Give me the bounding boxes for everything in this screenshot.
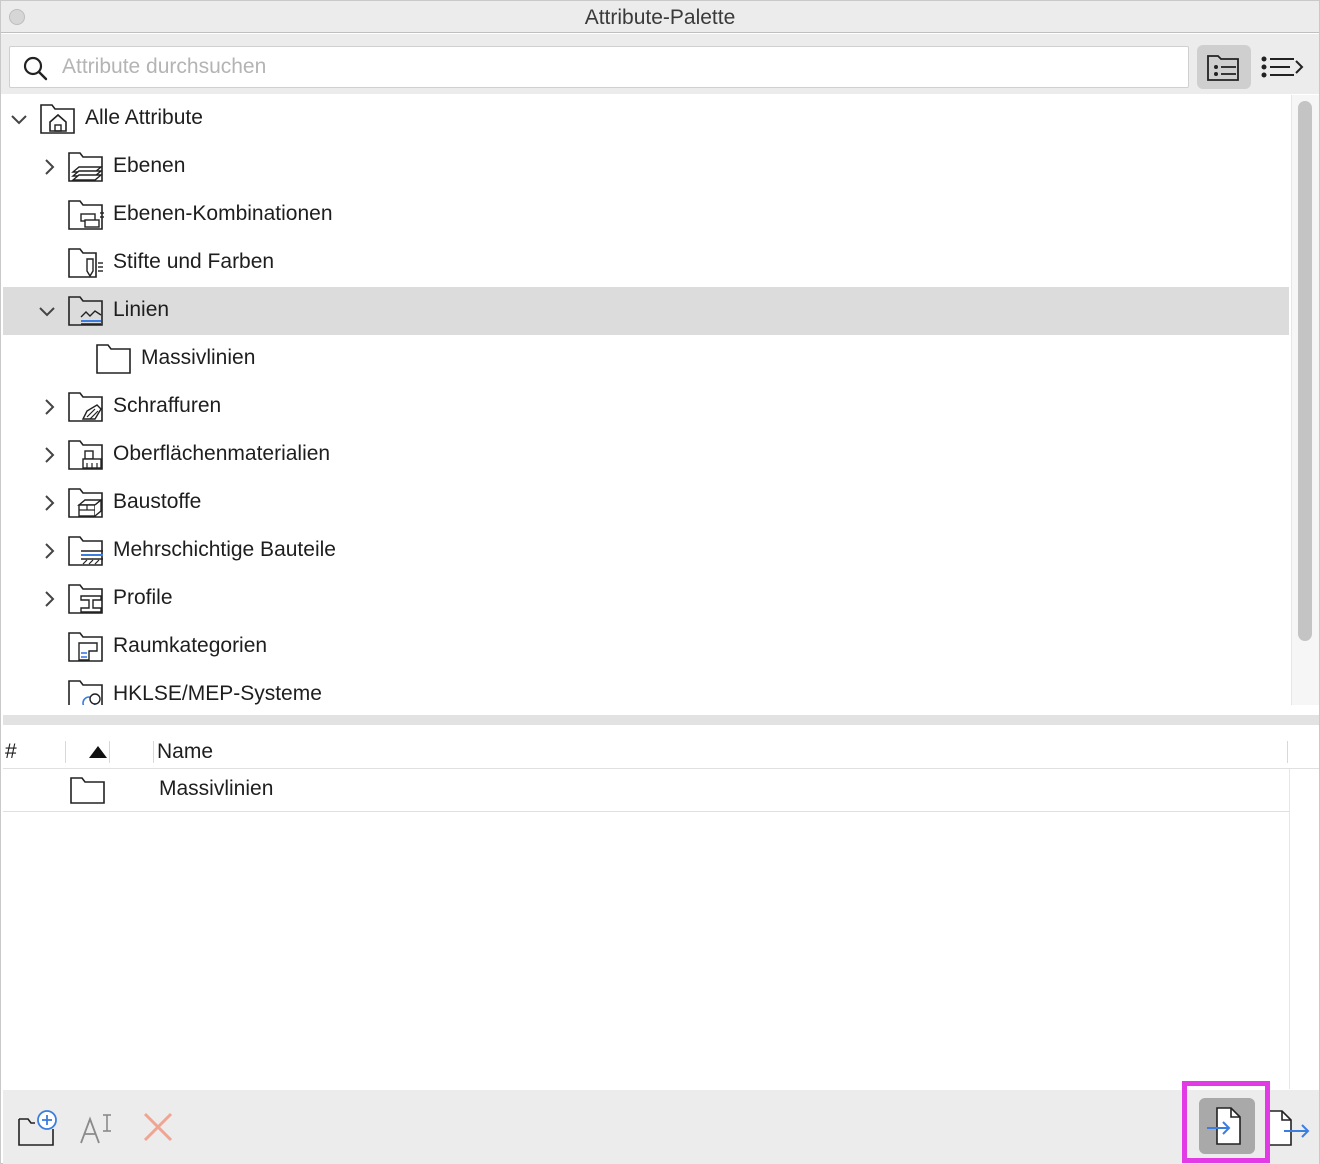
tree-item-stifte-und-farben[interactable]: Stifte und Farben	[3, 239, 1289, 287]
new-folder-button[interactable]	[15, 1106, 61, 1152]
folder-icon	[70, 777, 105, 804]
window-title: Attribute-Palette	[584, 6, 736, 29]
chevron-down-icon[interactable]	[37, 301, 57, 321]
tree-item-label: Profile	[113, 586, 173, 609]
attribute-tree: Alle Attribute Ebenen Ebenen-Kombination	[3, 95, 1289, 705]
mep-systems-folder-icon	[68, 680, 103, 705]
layer-combinations-folder-icon	[68, 200, 104, 230]
rename-button[interactable]	[75, 1106, 121, 1152]
chevron-right-icon[interactable]	[39, 589, 59, 609]
column-header-name[interactable]: Name	[157, 740, 213, 764]
list-scrollbar[interactable]	[1289, 769, 1319, 1089]
tree-item-label: Massivlinien	[141, 346, 256, 369]
chevron-right-icon[interactable]	[39, 445, 59, 465]
tree-item-label: Baustoffe	[113, 490, 202, 513]
list-item-name: Massivlinien	[159, 777, 274, 800]
search-input[interactable]	[62, 51, 1162, 83]
import-file-icon	[1207, 1107, 1241, 1145]
column-header-number[interactable]: #	[5, 740, 17, 764]
column-separator	[65, 741, 66, 763]
layers-folder-icon	[68, 152, 103, 182]
list-item[interactable]: Massivlinien	[3, 769, 1289, 812]
list-header: # Name	[3, 735, 1319, 769]
tree-item-label: Mehrschichtige Bauteile	[113, 538, 336, 561]
list-view-icon	[1261, 56, 1304, 78]
tree-item-massivlinien[interactable]: Massivlinien	[3, 335, 1289, 383]
delete-icon	[143, 1112, 173, 1142]
chevron-right-icon[interactable]	[39, 397, 59, 417]
tree-item-linien[interactable]: Linien	[3, 287, 1289, 335]
import-button[interactable]	[1199, 1098, 1255, 1154]
export-file-icon	[1267, 1110, 1310, 1146]
home-folder-icon	[40, 104, 75, 134]
surfaces-folder-icon	[68, 440, 103, 470]
tree-item-label: HKLSE/MEP-Systeme	[113, 682, 322, 705]
zone-categories-folder-icon	[68, 632, 103, 662]
folder-icon	[96, 344, 131, 374]
tree-item-label: Ebenen-Kombinationen	[113, 202, 333, 225]
profiles-folder-icon	[68, 584, 103, 614]
column-separator	[1287, 741, 1288, 763]
attribute-palette-window: Attribute-Palette Attribute durchsuchen …	[0, 0, 1320, 1164]
tree-scrollbar-thumb[interactable]	[1298, 101, 1312, 641]
search-icon	[23, 56, 48, 81]
title-bar: Attribute-Palette	[1, 1, 1319, 33]
list-view-button[interactable]	[1255, 45, 1309, 89]
tree-item-oberflaechenmaterialien[interactable]: Oberflächenmaterialien	[3, 431, 1289, 479]
export-button[interactable]	[1265, 1104, 1311, 1150]
tree-item-label: Alle Attribute	[85, 106, 203, 129]
tree-item-label: Linien	[113, 298, 170, 321]
search-box[interactable]	[9, 46, 1189, 88]
panel-splitter[interactable]	[3, 705, 1319, 735]
pens-folder-icon	[68, 248, 103, 278]
tree-view-icon	[1207, 55, 1239, 81]
tree-view-button[interactable]	[1197, 45, 1251, 89]
chevron-right-icon[interactable]	[39, 493, 59, 513]
chevron-right-icon[interactable]	[39, 157, 59, 177]
tree-item-mehrschichtige-bauteile[interactable]: Mehrschichtige Bauteile	[3, 527, 1289, 575]
building-materials-folder-icon	[68, 488, 103, 518]
tree-item-schraffuren[interactable]: Schraffuren	[3, 383, 1289, 431]
fills-folder-icon	[68, 392, 103, 422]
lines-folder-icon	[68, 296, 103, 326]
tree-item-hklse-mep-systeme[interactable]: HKLSE/MEP-Systeme	[3, 671, 1289, 705]
tree-item-baustoffe[interactable]: Baustoffe	[3, 479, 1289, 527]
tree-item-alle-attribute[interactable]: Alle Attribute	[3, 95, 1289, 143]
tree-item-profile[interactable]: Profile	[3, 575, 1289, 623]
tree-item-ebenen[interactable]: Ebenen	[3, 143, 1289, 191]
tree-item-label: Schraffuren	[113, 394, 222, 417]
tree-scrollbar[interactable]	[1291, 95, 1319, 705]
tree-item-label: Oberflächenmaterialien	[113, 442, 331, 465]
sort-ascending-icon[interactable]	[89, 746, 107, 758]
tree-item-raumkategorien[interactable]: Raumkategorien	[3, 623, 1289, 671]
new-folder-icon	[18, 1110, 57, 1146]
chevron-down-icon[interactable]	[9, 109, 29, 129]
tree-item-label: Raumkategorien	[113, 634, 268, 657]
column-separator	[153, 741, 154, 763]
delete-button[interactable]	[135, 1104, 181, 1150]
rename-icon	[80, 1114, 111, 1144]
splitter-bar[interactable]	[3, 715, 1319, 725]
column-separator	[109, 741, 110, 763]
tree-item-ebenen-kombinationen[interactable]: Ebenen-Kombinationen	[3, 191, 1289, 239]
tree-item-label: Ebenen	[113, 154, 186, 177]
composites-folder-icon	[68, 536, 103, 566]
search-row	[1, 34, 1319, 94]
tree-item-label: Stifte und Farben	[113, 250, 275, 273]
bottom-toolbar	[3, 1090, 1319, 1164]
chevron-right-icon[interactable]	[39, 541, 59, 561]
attribute-list: Massivlinien	[3, 769, 1289, 1089]
